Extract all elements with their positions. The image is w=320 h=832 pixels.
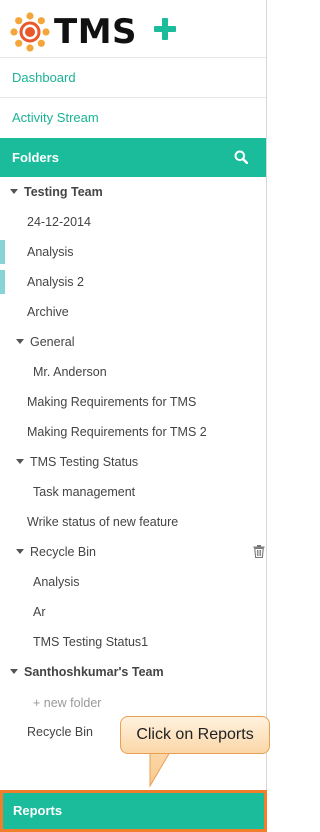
folder-item[interactable]: Task management — [0, 480, 299, 504]
app-logo-text: TMS — [54, 12, 138, 52]
app-header: TMS — [0, 0, 266, 62]
trash-icon[interactable] — [253, 545, 265, 558]
caret-down-icon[interactable] — [16, 339, 24, 345]
sidebar-panel: TMS Dashboard Activity Stream Folders Te… — [0, 0, 267, 832]
folder-item[interactable]: Analysis 2 — [0, 270, 293, 294]
add-plus-icon[interactable] — [154, 18, 176, 40]
folder-item[interactable]: Wrike status of new feature — [0, 510, 293, 534]
callout-pointer — [149, 752, 171, 788]
team-label: Testing Team — [24, 185, 103, 199]
folder-item[interactable]: Analysis — [0, 570, 299, 594]
nav-activity-stream[interactable]: Activity Stream — [0, 97, 266, 137]
folder-recycle-bin[interactable]: Recycle Bin — [0, 540, 282, 564]
folder-item[interactable]: Mr. Anderson — [0, 360, 299, 384]
folder-item[interactable]: 24-12-2014 — [0, 210, 293, 234]
folder-general[interactable]: General — [0, 330, 282, 354]
search-icon[interactable] — [234, 150, 248, 164]
folders-title: Folders — [12, 150, 59, 165]
folder-item[interactable]: TMS Testing Status1 — [0, 630, 299, 654]
caret-down-icon[interactable] — [16, 549, 24, 555]
caret-down-icon[interactable] — [10, 189, 18, 195]
folder-tms-testing-status[interactable]: TMS Testing Status — [0, 450, 282, 474]
folder-label: TMS Testing Status — [30, 455, 139, 469]
folder-item[interactable]: Ar — [0, 600, 299, 624]
folder-item[interactable]: Archive — [0, 300, 293, 324]
folder-item[interactable]: Making Requirements for TMS 2 — [0, 420, 293, 444]
team-label: Santhoshkumar's Team — [24, 665, 164, 679]
caret-down-icon[interactable] — [16, 459, 24, 465]
folders-header: Folders — [0, 138, 266, 177]
team-testing-team[interactable]: Testing Team — [0, 180, 276, 204]
gear-logo-icon — [10, 12, 50, 52]
folder-label: General — [30, 335, 75, 349]
folder-item[interactable]: Analysis — [0, 240, 293, 264]
folder-item[interactable]: Making Requirements for TMS — [0, 390, 293, 414]
reports-nav-item[interactable]: Reports — [0, 790, 267, 832]
caret-down-icon[interactable] — [10, 669, 18, 675]
team-santhoshkumar[interactable]: Santhoshkumar's Team — [0, 660, 276, 684]
folder-label: Recycle Bin — [30, 545, 96, 559]
nav-dashboard[interactable]: Dashboard — [0, 57, 266, 97]
new-folder-link[interactable]: + new folder — [0, 691, 299, 715]
callout-text: Click on Reports — [120, 716, 270, 754]
